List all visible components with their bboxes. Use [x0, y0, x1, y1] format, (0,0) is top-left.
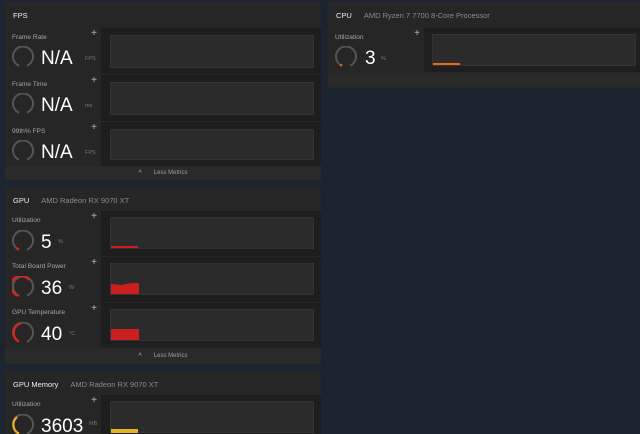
frame-rate-gauge [12, 46, 34, 67]
total-board-power-tile[interactable]: Total Board Power + 36 W [5, 257, 101, 302]
gpu-memory-utilization-value: 3603 [41, 416, 84, 434]
cpu-panel: CPU AMD Ryzen 7 7700 8-Core Processor Ut… [328, 2, 640, 88]
frame-rate-metric: Frame Rate + N/A FPS [5, 28, 321, 74]
add-metric-icon[interactable]: + [91, 212, 97, 222]
gpu-temperature-unit: °C [69, 331, 76, 337]
frame-time-value: N/A [41, 95, 73, 116]
add-metric-icon[interactable]: + [91, 396, 97, 406]
gpu-memory-utilization-label: Utilization [12, 401, 41, 408]
gpu-temperature-gauge [12, 322, 34, 343]
fps-panel-header: FPS [5, 2, 321, 28]
fps-99th-tile[interactable]: 99th% FPS + N/A FPS [5, 122, 101, 166]
total-board-power-metric: Total Board Power + 36 W [5, 257, 321, 302]
gpu-utilization-unit: % [58, 239, 63, 245]
gpu-utilization-label: Utilization [12, 217, 41, 224]
fps-99th-metric: 99th% FPS + N/A FPS [5, 122, 321, 166]
gpu-temperature-tile[interactable]: GPU Temperature + 40 °C [5, 303, 101, 347]
cpu-utilization-value: 3 [365, 48, 376, 69]
fps-99th-gauge [12, 140, 34, 161]
gpu-memory-panel-subtitle: AMD Radeon RX 9070 XT [70, 379, 159, 389]
gpu-memory-utilization-metric: Utilization + 3603 MB [5, 395, 321, 434]
cpu-footer-bar [328, 73, 640, 87]
cpu-panel-title: CPU [336, 10, 352, 20]
add-metric-icon[interactable]: + [91, 76, 97, 86]
gpu-utilization-chart [110, 217, 314, 249]
gpu-memory-panel-header: GPU Memory AMD Radeon RX 9070 XT [5, 371, 321, 397]
gpu-memory-panel-title: GPU Memory [13, 379, 59, 389]
fps-99th-unit: FPS [85, 150, 96, 156]
frame-time-chart [110, 82, 314, 115]
gpu-memory-utilization-chart-fill [111, 429, 138, 433]
total-board-power-chart [110, 263, 314, 295]
add-metric-icon[interactable]: + [91, 123, 97, 133]
gpu-panel-title: GPU [13, 195, 30, 205]
gpu-utilization-value: 5 [41, 232, 52, 253]
fps-99th-value: N/A [41, 142, 73, 163]
gpu-memory-utilization-chart [110, 401, 314, 433]
frame-time-unit: ms [85, 103, 93, 109]
gpu-temperature-chart [110, 309, 314, 341]
gpu-utilization-gauge [12, 230, 34, 251]
frame-time-metric: Frame Time + N/A ms [5, 75, 321, 121]
frame-time-gauge [12, 93, 34, 114]
gpu-temperature-value: 40 [41, 324, 63, 345]
cpu-utilization-metric: Utilization + 3 % [328, 28, 640, 72]
total-board-power-value: 36 [41, 278, 63, 299]
frame-rate-chart [110, 35, 314, 68]
add-metric-icon[interactable]: + [91, 258, 97, 268]
add-metric-icon[interactable]: + [91, 29, 97, 39]
gpu-panel-header: GPU AMD Radeon RX 9070 XT [5, 187, 321, 213]
fps-less-metrics-button[interactable]: ^ Less Metrics [5, 166, 321, 180]
fps-panel: FPS Frame Rate + N/A FPS Frame Time + N/… [5, 2, 321, 180]
gpu-less-metrics-button[interactable]: ^ Less Metrics [5, 349, 321, 363]
cpu-utilization-label: Utilization [335, 34, 364, 41]
gpu-temperature-metric: GPU Temperature + 40 °C [5, 303, 321, 347]
chevron-up-icon: ^ [138, 352, 142, 360]
gpu-utilization-tile[interactable]: Utilization + 5 % [5, 211, 101, 256]
add-metric-icon[interactable]: + [91, 304, 97, 314]
add-metric-icon[interactable]: + [414, 29, 420, 39]
gpu-utilization-metric: Utilization + 5 % [5, 211, 321, 256]
cpu-utilization-chart [432, 34, 636, 66]
chevron-up-icon: ^ [138, 169, 142, 177]
frame-time-label: Frame Time [12, 81, 48, 88]
gpu-panel: GPU AMD Radeon RX 9070 XT Utilization + … [5, 187, 321, 364]
frame-rate-tile[interactable]: Frame Rate + N/A FPS [5, 28, 101, 74]
frame-time-tile[interactable]: Frame Time + N/A ms [5, 75, 101, 121]
fps-panel-title: FPS [13, 10, 28, 20]
fps-99th-chart [110, 129, 314, 160]
total-board-power-chart-fill [111, 283, 139, 294]
frame-rate-value: N/A [41, 48, 73, 69]
less-metrics-label: Less Metrics [153, 353, 188, 359]
gpu-memory-utilization-tile[interactable]: Utilization + 3603 MB [5, 395, 101, 434]
less-metrics-label: Less Metrics [153, 170, 188, 176]
gpu-memory-utilization-unit: MB [89, 421, 98, 427]
frame-rate-label: Frame Rate [12, 34, 47, 41]
cpu-utilization-gauge [335, 46, 357, 67]
cpu-utilization-chart-fill [433, 63, 460, 65]
fps-99th-label: 99th% FPS [12, 128, 46, 135]
gpu-memory-panel: GPU Memory AMD Radeon RX 9070 XT Utiliza… [5, 371, 321, 434]
gpu-temperature-chart-fill [111, 329, 139, 340]
frame-rate-unit: FPS [85, 56, 96, 62]
cpu-utilization-tile[interactable]: Utilization + 3 % [328, 28, 424, 72]
total-board-power-unit: W [69, 285, 75, 291]
gpu-utilization-chart-fill [111, 246, 138, 248]
cpu-panel-header: CPU AMD Ryzen 7 7700 8-Core Processor [328, 2, 640, 28]
total-board-power-label: Total Board Power [12, 263, 66, 270]
gpu-panel-subtitle: AMD Radeon RX 9070 XT [41, 195, 130, 205]
gpu-memory-utilization-gauge [12, 414, 34, 434]
cpu-panel-subtitle: AMD Ryzen 7 7700 8-Core Processor [363, 10, 490, 20]
gpu-temperature-label: GPU Temperature [12, 309, 66, 316]
total-board-power-gauge [12, 276, 34, 297]
cpu-utilization-unit: % [381, 56, 386, 62]
